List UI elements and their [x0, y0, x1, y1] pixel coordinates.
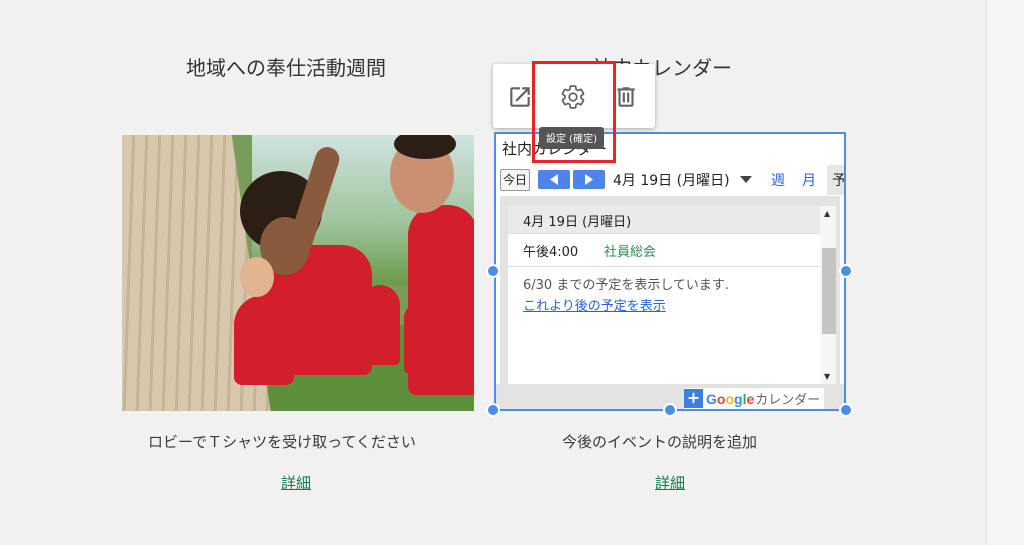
tab-month[interactable]: 月	[802, 170, 816, 190]
section-title-volunteer-week: 地域への奉仕活動週間	[186, 56, 386, 80]
photo-woman2-shirt	[234, 295, 294, 385]
chevron-left-icon	[550, 174, 558, 185]
plus-icon: +	[684, 389, 703, 408]
embed-floating-toolbar	[493, 64, 655, 128]
agenda-list: 4月 19日 (月曜日) 午後4:00 社員総会 6/30 までの予定を表示して…	[508, 206, 820, 384]
chevron-down-icon[interactable]	[740, 176, 752, 184]
today-button[interactable]: 今日	[500, 169, 530, 191]
badge-calendar-text: カレンダー	[755, 393, 821, 408]
open-in-new-icon	[510, 87, 530, 107]
tab-week[interactable]: 週	[771, 170, 785, 190]
scroll-thumb[interactable]	[822, 248, 836, 334]
calendar-embed[interactable]: 社内カレンダー 今日 4月 19日 (月曜日) 週 月 予 4月 19日 (月曜…	[494, 132, 846, 411]
tab-agenda[interactable]: 予	[827, 165, 844, 195]
settings-tooltip: 設定 (確定)	[539, 127, 604, 149]
show-later-link[interactable]: これより後の予定を表示	[508, 293, 820, 314]
caption-add-description: 今後のイベントの説明を追加	[562, 433, 758, 451]
event-time: 午後4:00	[523, 245, 579, 260]
gear-icon	[561, 85, 585, 109]
agenda-day-header: 4月 19日 (月曜日)	[508, 206, 820, 234]
photo-man-shirt	[408, 205, 474, 395]
next-button[interactable]	[573, 170, 605, 189]
google-logo-text: Google	[706, 390, 755, 407]
agenda-event-row[interactable]: 午後4:00 社員総会	[508, 234, 820, 267]
event-title[interactable]: 社員総会	[604, 241, 656, 260]
details-link-left[interactable]: 詳細	[281, 472, 311, 493]
resize-handle-right[interactable]	[839, 264, 853, 278]
volunteers-photo[interactable]	[122, 135, 474, 411]
caption-tshirt: ロビーでＴシャツを受け取ってください	[148, 433, 416, 451]
calendar-body: 4月 19日 (月曜日) 午後4:00 社員総会 6/30 までの予定を表示して…	[500, 196, 840, 384]
resize-handle-bottom-left[interactable]	[486, 403, 500, 417]
agenda-range-text: 6/30 までの予定を表示しています.	[523, 278, 730, 293]
resize-handle-bottom[interactable]	[663, 403, 677, 417]
delete-button[interactable]	[613, 84, 639, 110]
chevron-right-icon	[585, 174, 593, 185]
details-link-right[interactable]: 詳細	[655, 472, 685, 493]
google-calendar-badge[interactable]: + Google カレンダー	[684, 388, 825, 409]
scroll-up-arrow-icon[interactable]: ▲	[824, 209, 830, 218]
photo-woman2-face	[240, 257, 274, 297]
open-in-new-button[interactable]	[507, 84, 533, 110]
right-gutter	[986, 0, 1024, 545]
prev-button[interactable]	[538, 170, 570, 189]
calendar-toolbar: 今日 4月 19日 (月曜日) 週 月 予	[500, 165, 844, 195]
settings-button[interactable]	[560, 84, 586, 110]
agenda-scrollbar[interactable]: ▲ ▼	[820, 206, 836, 384]
resize-handle-bottom-right[interactable]	[839, 403, 853, 417]
scroll-down-arrow-icon[interactable]: ▼	[824, 372, 830, 381]
resize-handle-left[interactable]	[486, 264, 500, 278]
trash-icon	[617, 87, 635, 107]
calendar-date-label: 4月 19日 (月曜日)	[613, 173, 730, 189]
